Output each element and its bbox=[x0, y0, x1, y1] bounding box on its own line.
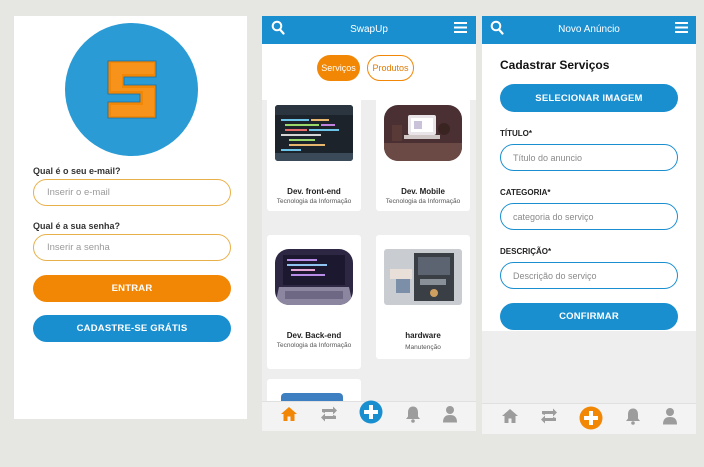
description-input[interactable] bbox=[501, 263, 677, 288]
title-input[interactable] bbox=[501, 145, 677, 170]
feed-screen: SwapUp Serviços Produtos Dev. front-end … bbox=[262, 16, 476, 431]
description-field[interactable] bbox=[500, 262, 678, 289]
screen-title: Novo Anúncio bbox=[558, 24, 620, 35]
category-field[interactable] bbox=[500, 203, 678, 230]
card-subtitle: Tecnologia da Informação bbox=[276, 342, 352, 349]
email-input[interactable] bbox=[34, 180, 230, 205]
home-icon[interactable] bbox=[280, 405, 298, 428]
home-icon[interactable] bbox=[501, 407, 519, 430]
bell-icon[interactable] bbox=[405, 405, 421, 428]
service-card[interactable]: hardware Manutenção bbox=[376, 235, 470, 359]
app-title: SwapUp bbox=[350, 24, 388, 35]
user-icon[interactable] bbox=[442, 405, 458, 428]
add-icon[interactable] bbox=[359, 400, 383, 429]
card-title: Dev. Back-end bbox=[286, 331, 342, 340]
card-subtitle: Tecnologia da Informação bbox=[276, 198, 352, 205]
new-ad-screen: Novo Anúncio Cadastrar Serviços SELECION… bbox=[482, 16, 696, 434]
card-image bbox=[384, 249, 462, 305]
form-heading: Cadastrar Serviços bbox=[500, 58, 610, 72]
confirm-button[interactable]: CONFIRMAR bbox=[500, 303, 678, 330]
description-label: DESCRIÇÃO* bbox=[500, 247, 552, 256]
card-title: hardware bbox=[405, 331, 441, 340]
password-label: Qual é a sua senha? bbox=[33, 221, 121, 231]
enter-button[interactable]: ENTRAR bbox=[33, 275, 231, 302]
tab-servicos[interactable]: Serviços bbox=[317, 55, 360, 81]
category-label: CATEGORIA* bbox=[500, 188, 551, 197]
bottom-nav bbox=[482, 403, 696, 434]
bottom-nav bbox=[262, 400, 476, 431]
email-field[interactable] bbox=[33, 179, 231, 206]
card-title: Dev. Mobile bbox=[401, 187, 445, 196]
card-image bbox=[275, 249, 353, 305]
title-field[interactable] bbox=[500, 144, 678, 171]
card-image bbox=[275, 105, 353, 161]
service-card[interactable]: Dev. Mobile Tecnologia da Informação bbox=[376, 91, 470, 211]
form-panel: Cadastrar Serviços SELECIONAR IMAGEM TÍT… bbox=[482, 44, 696, 331]
card-image bbox=[384, 105, 462, 161]
tab-produtos[interactable]: Produtos bbox=[367, 55, 414, 81]
signup-button[interactable]: CADASTRE-SE GRÁTIS bbox=[33, 315, 231, 342]
menu-icon[interactable] bbox=[454, 21, 467, 39]
swap-icon[interactable] bbox=[539, 407, 559, 430]
category-input[interactable] bbox=[501, 204, 677, 229]
swap-icon[interactable] bbox=[319, 405, 339, 428]
email-label: Qual é o seu e-mail? bbox=[33, 166, 121, 176]
card-subtitle: Tecnologia da Informação bbox=[385, 198, 461, 205]
menu-icon[interactable] bbox=[675, 21, 688, 39]
service-card[interactable]: Dev. Back-end Tecnologia da Informação bbox=[267, 235, 361, 369]
card-subtitle: Manutenção bbox=[405, 344, 441, 351]
user-icon[interactable] bbox=[662, 407, 678, 430]
app-logo bbox=[65, 23, 198, 156]
add-icon[interactable] bbox=[579, 406, 603, 434]
login-screen: Qual é o seu e-mail? Qual é a sua senha?… bbox=[14, 16, 247, 419]
password-input[interactable] bbox=[34, 235, 230, 260]
top-bar: Novo Anúncio bbox=[482, 16, 696, 44]
card-title: Dev. front-end bbox=[287, 187, 341, 196]
password-field[interactable] bbox=[33, 234, 231, 261]
service-card[interactable]: Dev. front-end Tecnologia da Informação bbox=[267, 91, 361, 211]
top-bar: SwapUp bbox=[262, 16, 476, 44]
select-image-button[interactable]: SELECIONAR IMAGEM bbox=[500, 84, 678, 112]
bell-icon[interactable] bbox=[625, 407, 641, 430]
title-label: TÍTULO* bbox=[500, 129, 532, 138]
